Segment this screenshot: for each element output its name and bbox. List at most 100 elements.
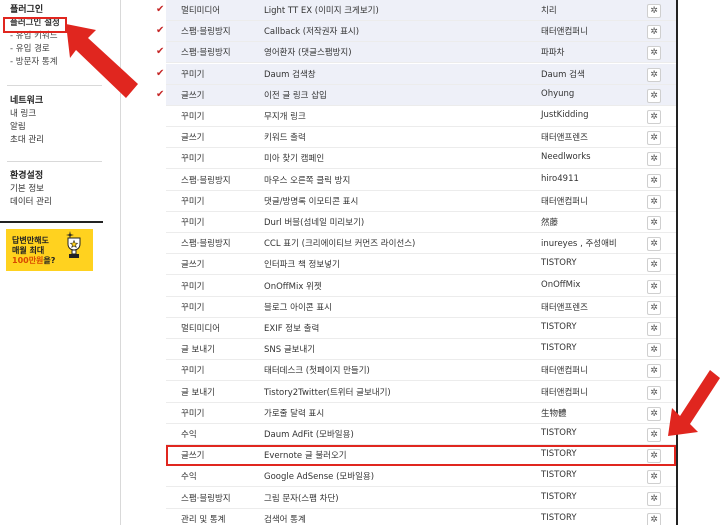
- sidebar-title-network[interactable]: 네트워크: [10, 95, 44, 108]
- gear-icon[interactable]: ✲: [647, 406, 661, 421]
- sidebar-title-env[interactable]: 환경설정: [10, 170, 52, 183]
- plugin-name[interactable]: 가로줄 달력 표시: [264, 407, 324, 419]
- plugin-row[interactable]: ✔ 글쓰기 이전 글 링크 삽입 Ohyung ✲: [156, 84, 676, 106]
- plugin-author: 태터앤컴퍼니: [541, 366, 588, 377]
- gear-icon[interactable]: ✲: [647, 173, 661, 188]
- gear-icon[interactable]: ✲: [647, 364, 661, 379]
- sidebar-item-invite[interactable]: 초대 관리: [10, 134, 44, 147]
- gear-icon[interactable]: ✲: [647, 152, 661, 167]
- plugin-row[interactable]: 글 보내기 Tistory2Twitter(트위터 글보내기) 태터앤컴퍼니 ✲: [166, 382, 676, 403]
- plugin-name[interactable]: OnOffMix 위젯: [264, 280, 322, 292]
- banner-line-2: 매월 최대: [12, 246, 45, 255]
- plugin-row[interactable]: 꾸미기 OnOffMix 위젯 OnOffMix ✲: [166, 276, 676, 297]
- plugin-row[interactable]: 멀티미디어 EXIF 정보 출력 TISTORY ✲: [166, 318, 676, 339]
- gear-icon[interactable]: ✲: [647, 110, 661, 124]
- plugin-row[interactable]: ✔ 스팸·블링방지 Callback (저작권자 표시) 태터앤컴퍼니 ✲: [156, 21, 676, 43]
- plugin-row[interactable]: 꾸미기 미아 찾기 캠페인 Needlworks ✲: [166, 148, 676, 170]
- plugin-author: TISTORY: [541, 428, 577, 438]
- plugin-row[interactable]: 글쓰기 키워드 출력 태터앤프렌즈 ✲: [166, 127, 676, 149]
- plugin-name[interactable]: Callback (저작권자 표시): [264, 25, 359, 37]
- gear-icon[interactable]: ✲: [647, 237, 661, 252]
- sidebar-item-inflow-path[interactable]: - 유입 경로: [10, 43, 60, 56]
- gear-icon[interactable]: ✲: [647, 279, 661, 294]
- plugin-row[interactable]: 스팸·블링방지 CCL 표기 (크리에이티브 커먼즈 라이선스) inureyes …: [166, 233, 676, 255]
- gear-icon[interactable]: ✲: [647, 216, 661, 230]
- plugin-row[interactable]: 꾸미기 가로줄 달력 표시 生物體 ✲: [166, 403, 676, 424]
- plugin-row[interactable]: 글쓰기 인터파크 책 정보넣기 TISTORY ✲: [166, 254, 676, 276]
- plugin-name[interactable]: 마우스 오른쪽 클릭 방지: [264, 174, 350, 186]
- plugin-name[interactable]: 검색어 통계: [264, 513, 306, 525]
- plugin-name[interactable]: Durl 버블(섬네일 미리보기): [264, 216, 364, 228]
- sidebar-item-basic-info[interactable]: 기본 정보: [10, 183, 52, 196]
- plugin-row[interactable]: 꾸미기 Durl 버블(섬네일 미리보기) 然藤 ✲: [166, 212, 676, 233]
- plugin-name[interactable]: 키워드 출력: [264, 131, 306, 143]
- plugin-name[interactable]: Evernote 글 불러오기: [264, 449, 347, 461]
- plugin-name[interactable]: 무지개 링크: [264, 110, 306, 122]
- sidebar-env-group: 환경설정 기본 정보 데이터 관리: [10, 170, 52, 209]
- sidebar-item-my-links[interactable]: 내 링크: [10, 108, 44, 121]
- sidebar-title-plugin[interactable]: 플러그인: [10, 4, 60, 17]
- gear-icon[interactable]: ✲: [647, 131, 661, 146]
- plugin-name[interactable]: 미아 찾기 캠페인: [264, 152, 324, 164]
- sidebar-item-notifications[interactable]: 알림: [10, 121, 44, 134]
- plugin-row-highlighted[interactable]: 글쓰기 Evernote 글 불러오기 TISTORY ✲: [166, 445, 676, 467]
- plugin-row[interactable]: 꾸미기 태터데스크 (첫페이지 만들기) 태터앤컴퍼니 ✲: [166, 360, 676, 382]
- plugin-row[interactable]: ✔ 스팸·블링방지 영어환자 (댓글스팸방지) 파파차 ✲: [156, 42, 676, 64]
- plugin-name[interactable]: 이전 글 링크 삽입: [264, 89, 327, 101]
- gear-icon[interactable]: ✲: [647, 46, 661, 61]
- plugin-name[interactable]: 태터데스크 (첫페이지 만들기): [264, 364, 370, 376]
- plugin-row[interactable]: 스팸·블링방지 마우스 오른쪽 클릭 방지 hiro4911 ✲: [166, 170, 676, 191]
- plugin-row[interactable]: 수익 Google AdSense (모바일용) TISTORY ✲: [166, 466, 676, 488]
- plugin-row[interactable]: 수익 Daum AdFit (모바일용) TISTORY ✲: [166, 424, 676, 445]
- gear-icon[interactable]: ✲: [647, 512, 661, 525]
- plugin-name[interactable]: Light TT EX (이미지 크게보기): [264, 4, 379, 16]
- plugin-name[interactable]: SNS 글보내기: [264, 343, 315, 355]
- gear-icon[interactable]: ✲: [647, 25, 661, 40]
- gear-icon[interactable]: ✲: [647, 322, 661, 336]
- gear-icon[interactable]: ✲: [647, 300, 661, 315]
- plugin-row[interactable]: ✔ 멀티미디어 Light TT EX (이미지 크게보기) 치리 ✲: [156, 0, 676, 21]
- gear-icon[interactable]: ✲: [647, 88, 661, 103]
- gear-icon[interactable]: ✲: [647, 470, 661, 485]
- plugin-name[interactable]: Google AdSense (모바일용): [264, 470, 374, 482]
- plugin-name[interactable]: Tistory2Twitter(트위터 글보내기): [264, 386, 391, 398]
- gear-icon[interactable]: ✲: [647, 385, 661, 400]
- plugin-name[interactable]: CCL 표기 (크리에이티브 커먼즈 라이선스): [264, 237, 415, 249]
- plugin-row[interactable]: 꾸미기 블로그 아이콘 표시 태터앤프렌즈 ✲: [166, 297, 676, 318]
- gear-icon[interactable]: ✲: [647, 67, 661, 82]
- plugin-name[interactable]: Daum AdFit (모바일용): [264, 428, 354, 440]
- promo-banner[interactable]: 답변만해도 매월 최대 100만원을?: [6, 229, 93, 271]
- check-icon: ✔: [156, 46, 165, 58]
- plugin-row[interactable]: 관리 및 통계 검색어 통계 TISTORY ✲: [166, 509, 676, 525]
- sidebar-item-visitor-stats[interactable]: - 방문자 통계: [10, 56, 60, 69]
- gear-icon[interactable]: ✲: [647, 428, 661, 442]
- sidebar-item-data-manage[interactable]: 데이터 관리: [10, 196, 52, 209]
- sparkle-icon: [66, 231, 74, 239]
- plugin-category: 스팸·블링방지: [181, 239, 231, 250]
- gear-icon[interactable]: ✲: [647, 449, 661, 464]
- plugin-category: 글쓰기: [181, 451, 205, 462]
- gear-icon[interactable]: ✲: [647, 258, 661, 273]
- gear-icon[interactable]: ✲: [647, 491, 661, 506]
- plugin-name[interactable]: Daum 검색창: [264, 68, 316, 80]
- plugin-author: TISTORY: [541, 258, 577, 269]
- plugin-name[interactable]: 영어환자 (댓글스팸방지): [264, 46, 352, 58]
- plugin-name[interactable]: 그림 문자(스팸 차단): [264, 492, 339, 504]
- sidebar-network-group: 네트워크 내 링크 알림 초대 관리: [10, 95, 44, 147]
- plugin-author: 然藤: [541, 218, 559, 228]
- plugin-name[interactable]: 블로그 아이콘 표시: [264, 301, 332, 313]
- plugin-row[interactable]: 스팸·블링방지 그림 문자(스팸 차단) TISTORY ✲: [166, 488, 676, 509]
- gear-icon[interactable]: ✲: [647, 4, 661, 18]
- plugin-row[interactable]: 꾸미기 무지개 링크 JustKidding ✲: [166, 106, 676, 127]
- plugin-row[interactable]: 꾸미기 댓글/방명록 이모티콘 표시 태터앤컴퍼니 ✲: [166, 191, 676, 212]
- plugin-category: 글 보내기: [181, 345, 215, 356]
- plugin-row[interactable]: ✔ 꾸미기 Daum 검색창 Daum 검색 ✲: [156, 63, 676, 85]
- gear-icon[interactable]: ✲: [647, 343, 661, 358]
- plugin-name[interactable]: 인터파크 책 정보넣기: [264, 258, 340, 270]
- plugin-row[interactable]: 글 보내기 SNS 글보내기 TISTORY ✲: [166, 339, 676, 361]
- plugin-author: TISTORY: [541, 449, 577, 460]
- gear-icon[interactable]: ✲: [647, 194, 661, 209]
- plugin-name[interactable]: EXIF 정보 출력: [264, 322, 319, 334]
- plugin-category: 스팸·블링방지: [181, 48, 231, 59]
- plugin-name[interactable]: 댓글/방명록 이모티콘 표시: [264, 195, 358, 207]
